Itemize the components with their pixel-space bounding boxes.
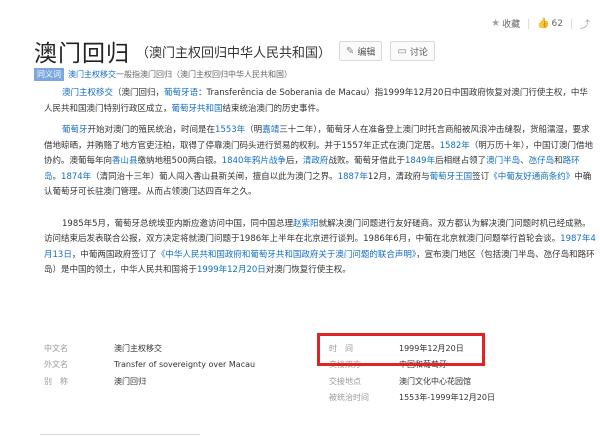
inline-link[interactable]: 葡萄牙王国 [430, 172, 473, 182]
paragraph-text: 后相继占领了 [435, 156, 487, 166]
paragraph-text: 签订 [472, 171, 490, 182]
paragraph-text: 12月，清政府与 [367, 171, 430, 182]
info-row: 别 称 澳门回归 [44, 373, 314, 390]
paragraph-text: 对澳门恢复行使主权。 [265, 265, 351, 275]
inline-link[interactable]: 氹仔岛 [529, 156, 555, 166]
basic-info-left: 中文名 澳门主权移交外文名 Transfer of sovereignty over… [44, 340, 314, 390]
action-separator [528, 18, 530, 29]
paragraph-text: （清同治十三年）葡人闯入香山县新关闸，擅自以此为澳门之界。 [91, 171, 338, 182]
paragraph-text: 1985年5月，葡萄牙总统埃亚内斯应邀访问中国，同中国总理 [62, 218, 294, 229]
info-key: 中文名 [44, 343, 68, 353]
info-row: 交接地点 澳门文化中心花园馆 [329, 373, 599, 390]
inline-link[interactable]: 嘉靖 [262, 125, 279, 135]
info-value: 澳门回归 [114, 376, 146, 386]
paragraph-text: 开始对澳门的殖民统治，时间是在 [87, 125, 216, 135]
inline-link[interactable]: 葡萄牙共和国 [172, 104, 223, 114]
inline-link[interactable]: 1849年 [405, 156, 435, 166]
inline-link[interactable]: 1582年 [440, 141, 470, 151]
paragraph: 葡萄牙开始对澳门的殖民统治，时间是在1553年（明嘉靖三十二年），葡萄牙人在准备… [44, 123, 596, 201]
page-actions: ★ 收藏 👍 62 ⤴ [483, 16, 592, 31]
info-row: 被统治时间 1553年-1999年12月20日 [329, 390, 599, 407]
info-key: 别 称 [44, 376, 68, 386]
info-value: 澳门文化中心花园馆 [399, 376, 471, 386]
page-subtitle: （澳门主权回归中华人民共和国） [136, 45, 332, 61]
paragraph-text: ，中葡两国政府签订了 [71, 249, 157, 260]
inline-link[interactable]: 清政府 [303, 156, 329, 166]
inline-link[interactable]: 葡萄牙语 [164, 88, 198, 98]
synonym-tag: 同义词 [34, 68, 64, 81]
edit-label: 编辑 [357, 47, 376, 58]
inline-link[interactable]: 《中葡友好通商条约》 [489, 172, 574, 182]
paragraph-text: 、 [520, 156, 529, 166]
discuss-button[interactable]: ▭ 讨论 [390, 41, 435, 61]
inline-link[interactable]: 1999年12月20日 [197, 265, 266, 275]
pencil-icon: ✎ [346, 45, 355, 57]
info-key: 交接地点 [329, 376, 361, 386]
inline-link[interactable]: 1840年鸦片战争 [222, 156, 286, 166]
info-value: 1553年-1999年12月20日 [399, 393, 495, 403]
highlight-box [317, 333, 485, 366]
inline-link[interactable]: 1887年 [338, 172, 368, 182]
synonym-link[interactable]: 澳门主权移交 [68, 69, 116, 80]
inline-link[interactable]: 香山县 [112, 156, 138, 166]
paragraph-text: 后， [285, 156, 303, 166]
paragraph-text: 结束统治澳门的历史事件。 [222, 103, 325, 114]
title-row: 澳门回归 （澳门主权回归中华人民共和国） ✎ 编辑 ▭ 讨论 [34, 34, 435, 68]
paragraph-text: 和 [554, 156, 563, 166]
paragraph: 1985年5月，葡萄牙总统埃亚内斯应邀访问中国，同中国总理赵紫阳就解决澳门问题进… [44, 217, 596, 279]
edit-button[interactable]: ✎ 编辑 [339, 41, 383, 61]
discuss-label: 讨论 [409, 47, 428, 58]
inline-link[interactable]: 《中华人民共和国政府和葡萄牙共和国政府关于澳门问题的联合声明》 [157, 250, 416, 260]
thumbs-up-icon: 👍 [537, 18, 550, 29]
inline-link[interactable]: 澳门半岛 [486, 156, 520, 166]
info-key: 外文名 [44, 360, 68, 370]
inline-link[interactable]: 赵紫阳 [293, 219, 319, 229]
paragraph-text: （澳门回归， [113, 88, 165, 98]
share-button[interactable]: ⤴ [580, 16, 592, 31]
inline-link[interactable]: 葡萄牙 [62, 125, 88, 135]
info-row: 中文名 澳门主权移交 [44, 340, 314, 357]
info-value: Transfer of sovereignty over Macau [114, 360, 256, 370]
info-value: 澳门主权移交 [114, 343, 162, 353]
like-button[interactable]: 👍 62 [537, 18, 563, 29]
article-body: 澳门主权移交（澳门回归，葡萄牙语：Transferência de Sobera… [44, 86, 596, 286]
paragraph: 澳门主权移交（澳门回归，葡萄牙语：Transferência de Sobera… [44, 86, 596, 117]
star-icon: ★ [491, 18, 501, 29]
favorite-label: 收藏 [502, 20, 521, 30]
inline-link[interactable]: 澳门主权移交 [62, 88, 113, 98]
divider [40, 434, 200, 435]
synonym-text: 一般指澳门回归（澳门主权回归中华人民共和国） [116, 70, 292, 79]
page-title: 澳门回归 [34, 41, 130, 67]
inline-link[interactable]: 1553年 [215, 125, 245, 135]
paragraph-text: 。 [52, 171, 62, 182]
like-count: 62 [551, 18, 563, 29]
chat-icon: ▭ [397, 45, 407, 57]
action-separator [571, 18, 572, 29]
share-icon: ⤴ [580, 20, 590, 31]
synonym-line: 同义词 澳门主权移交 一般指澳门回归（澳门主权回归中华人民共和国） [34, 68, 292, 81]
favorite-button[interactable]: ★ 收藏 [491, 17, 520, 30]
info-row: 外文名 Transfer of sovereignty over Macau [44, 357, 314, 374]
inline-link[interactable]: 1874年 [61, 172, 91, 182]
paragraph-text: 缴纳地租500两白银。 [137, 156, 222, 166]
info-key: 被统治时间 [329, 393, 369, 403]
paragraph-text: 战败。葡萄牙借此于 [328, 156, 405, 166]
paragraph-text: （明 [245, 125, 263, 135]
